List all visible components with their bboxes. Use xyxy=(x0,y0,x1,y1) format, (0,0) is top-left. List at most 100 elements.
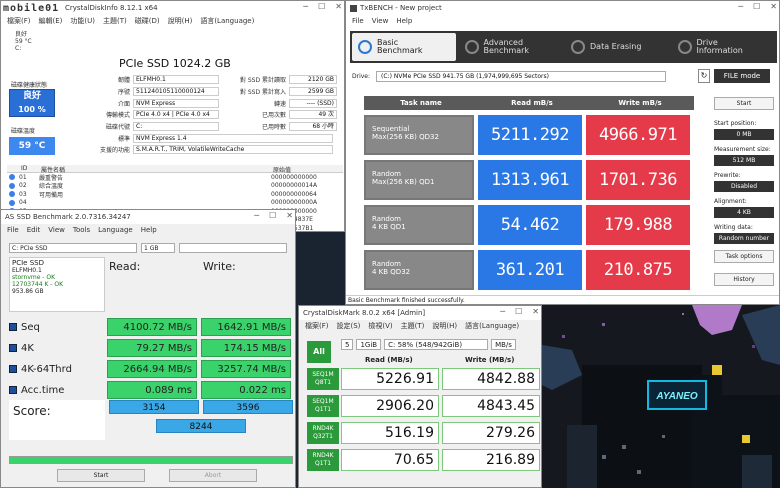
table-row[interactable]: 03 可用備用 000000000064 xyxy=(7,190,343,199)
info-key: 磁碟代號 xyxy=(105,124,130,132)
history-button[interactable]: History xyxy=(714,273,774,286)
ayaneo-sign: AYANEO xyxy=(655,391,698,402)
menu-item[interactable]: Language xyxy=(98,226,133,234)
task-options-button[interactable]: Task options xyxy=(714,250,774,263)
col-task: Task name xyxy=(400,99,442,107)
task-name-button[interactable]: Random 4 KB QD1 xyxy=(364,205,474,245)
close-icon[interactable]: ✕ xyxy=(770,2,777,11)
menu-item[interactable]: 編輯(E) xyxy=(39,16,63,26)
unit-select[interactable]: MB/s xyxy=(491,339,516,350)
file-mode-button[interactable]: FILE mode xyxy=(714,69,770,83)
read-value: 0.089 ms xyxy=(107,381,197,399)
table-row[interactable]: 02 綜合溫度 00000000014A xyxy=(7,182,343,190)
all-button[interactable]: All xyxy=(307,341,331,363)
menu-item[interactable]: 說明(H) xyxy=(168,16,193,26)
task-name-button[interactable]: Random Max(256 KB) QD1 xyxy=(364,160,474,200)
menu-item[interactable]: Help xyxy=(141,226,157,234)
menu-item[interactable]: View xyxy=(48,226,65,234)
table-row[interactable]: 01 嚴重警告 000000000000 xyxy=(7,173,343,182)
drive-select[interactable]: (C:) NVMe PCIe SSD 941.75 GB (1,974,999,… xyxy=(376,71,667,82)
start-button[interactable]: Start xyxy=(714,97,774,110)
refresh-icon[interactable]: ↻ xyxy=(698,69,710,83)
size-select[interactable]: 1 GB xyxy=(141,243,175,253)
menu-item[interactable]: 磁碟(D) xyxy=(135,16,160,26)
maximize-icon[interactable]: ☐ xyxy=(318,2,325,11)
minimize-icon[interactable]: ─ xyxy=(254,211,259,220)
abort-button[interactable]: Abort xyxy=(169,469,257,482)
attr-raw: 00000000014A xyxy=(271,182,318,190)
prewrite-value[interactable]: Disabled xyxy=(714,181,774,192)
result-row: Random Max(256 KB) QD1 1313.961 1701.736 xyxy=(364,160,694,200)
menu-item[interactable]: Help xyxy=(396,17,412,25)
menu-item[interactable]: 檢視(V) xyxy=(368,321,392,331)
menu-item[interactable]: Tools xyxy=(73,226,90,234)
result-row: Random 4 KB QD1 54.462 179.988 xyxy=(364,205,694,245)
minimize-icon[interactable]: ─ xyxy=(738,2,743,11)
drive-select-row: C: PCIe SSD 1 GB xyxy=(9,243,287,253)
menu-item[interactable]: View xyxy=(372,17,389,25)
writing-data-value[interactable]: Random number xyxy=(714,233,774,244)
checkbox[interactable] xyxy=(9,386,17,394)
temp-badge[interactable]: 59 °C xyxy=(9,137,55,155)
minimize-icon[interactable]: ─ xyxy=(303,2,308,11)
info-icon xyxy=(677,40,692,54)
menu-item[interactable]: File xyxy=(7,226,19,234)
table-row[interactable]: 04 00000000000A xyxy=(7,199,343,208)
drive-select[interactable]: C: PCIe SSD xyxy=(9,243,137,253)
info-key: 韌體 xyxy=(117,77,130,85)
menu-item[interactable]: 主題(T) xyxy=(401,321,425,331)
menu-item[interactable]: 語言(Language) xyxy=(465,321,519,331)
attr-id: 01 xyxy=(19,173,27,181)
close-icon[interactable]: ✕ xyxy=(335,2,342,11)
size-select[interactable]: 1GiB xyxy=(356,339,382,350)
test-button[interactable]: RND4K Q32T1 xyxy=(307,422,339,444)
maximize-icon[interactable]: ☐ xyxy=(753,2,760,11)
menu-item[interactable]: 檔案(F) xyxy=(305,321,329,331)
checkbox[interactable] xyxy=(9,323,17,331)
info-value: C: xyxy=(133,122,219,132)
task-name-button[interactable]: Sequential Max(256 KB) QD32 xyxy=(364,115,474,155)
menu-item[interactable]: 說明(H) xyxy=(432,321,457,331)
menu-item[interactable]: 主題(T) xyxy=(103,16,127,26)
drive-select[interactable]: C: 58% (548/942GiB) xyxy=(384,339,489,350)
count-select[interactable]: 5 xyxy=(341,339,354,350)
maximize-icon[interactable]: ☐ xyxy=(515,307,522,316)
tab-4[interactable]: Drive Information xyxy=(672,33,776,61)
test-button[interactable]: SEQ1M Q1T1 xyxy=(307,395,339,417)
alignment-value[interactable]: 4 KB xyxy=(714,207,774,218)
drive-selector[interactable]: 良好 59 °C C: xyxy=(15,31,32,52)
minimize-icon[interactable]: ─ xyxy=(500,307,505,316)
test-button[interactable]: SEQ1M Q8T1 xyxy=(307,368,339,390)
checkbox[interactable] xyxy=(9,344,17,352)
task-name-button[interactable]: Random 4 KB QD32 xyxy=(364,250,474,290)
menu-item[interactable]: 語言(Language) xyxy=(200,16,254,26)
start-position-value[interactable]: 0 MB xyxy=(714,129,774,140)
maximize-icon[interactable]: ☐ xyxy=(269,211,276,220)
drive-model: PCIe SSD xyxy=(12,259,44,267)
close-icon[interactable]: ✕ xyxy=(286,211,293,220)
tab-3[interactable]: Data Erasing xyxy=(565,33,669,61)
menu-item[interactable]: 設定(S) xyxy=(337,321,361,331)
attr-id: 04 xyxy=(19,199,27,207)
test-label: 4K-64Thrd xyxy=(21,363,72,375)
checkbox[interactable] xyxy=(9,365,17,373)
crystaldiskmark-window: CrystalDiskMark 8.0.2 x64 [Admin] ─ ☐ ✕ 檔案… xyxy=(298,305,542,488)
test-row: Seq xyxy=(9,317,105,337)
start-button[interactable]: Start xyxy=(57,469,145,482)
close-icon[interactable]: ✕ xyxy=(532,307,539,316)
menu-item[interactable]: 功能(U) xyxy=(70,16,95,26)
test-button[interactable]: RND4K Q1T1 xyxy=(307,449,339,471)
extra-field[interactable] xyxy=(179,243,287,253)
tx-menubar: File View Help xyxy=(346,15,779,27)
info-row: 標準 NVM Express 1.4 xyxy=(73,132,343,144)
menu-item[interactable]: 檔案(F) xyxy=(7,16,31,26)
menu-item[interactable]: Edit xyxy=(27,226,41,234)
menu-item[interactable]: File xyxy=(352,17,364,25)
measurement-size-value[interactable]: 512 MB xyxy=(714,155,774,166)
tab-2[interactable]: Advanced Benchmark xyxy=(459,33,563,61)
tab-1[interactable]: Basic Benchmark xyxy=(352,33,456,61)
read-value: 361.201 xyxy=(478,250,582,290)
pixel-art-image: AYANEO xyxy=(542,305,780,488)
health-status-badge[interactable]: 良好 100 % xyxy=(9,89,55,117)
test-row: Acc.time xyxy=(9,380,105,400)
